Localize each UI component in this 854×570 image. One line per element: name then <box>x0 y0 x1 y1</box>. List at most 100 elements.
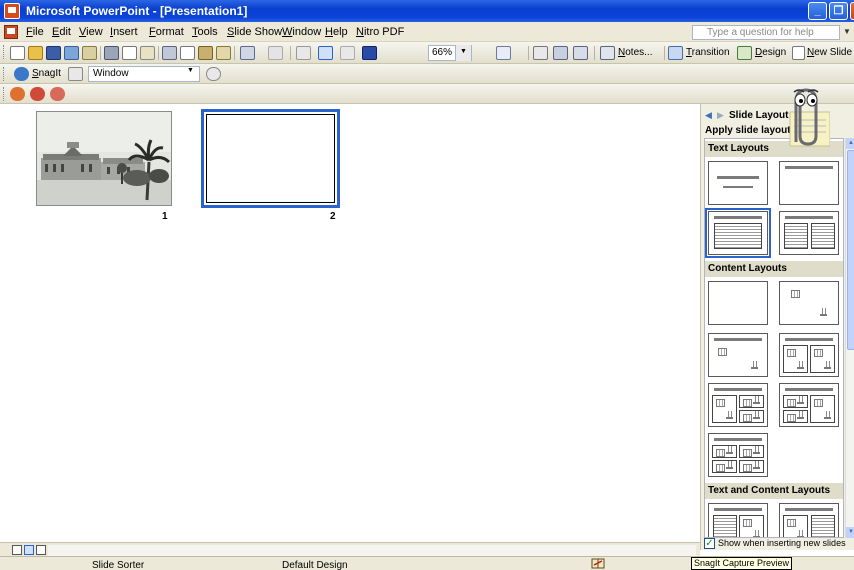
menu-insert[interactable]: Insert <box>110 26 138 38</box>
office-assistant-paperclip-icon[interactable] <box>778 82 830 150</box>
building-photo-image <box>37 112 171 205</box>
layout-blank[interactable] <box>708 281 768 325</box>
layout-title-text-and-content[interactable] <box>708 503 768 537</box>
menu-view[interactable]: View <box>79 26 103 38</box>
powerpoint-app-icon[interactable] <box>4 3 20 19</box>
rehearse-timings-icon[interactable] <box>573 46 588 60</box>
transition-button[interactable]: Transition <box>686 47 730 58</box>
snagit-capture-icon[interactable] <box>68 67 83 81</box>
layout-title-slide[interactable] <box>708 161 768 205</box>
help-icon[interactable] <box>496 46 511 60</box>
open-icon[interactable] <box>28 46 43 60</box>
window-title: Microsoft PowerPoint - [Presentation1] <box>26 4 248 18</box>
view-bar <box>0 542 700 556</box>
maximize-button[interactable]: ❐ <box>829 2 848 20</box>
toolbar-grip[interactable] <box>3 67 6 81</box>
menu-bar: File Edit View Insert Format Tools Slide… <box>0 22 854 42</box>
layout-title-content-and-two-content[interactable] <box>708 383 768 427</box>
redo-icon[interactable] <box>268 46 283 60</box>
title-bar: Microsoft PowerPoint - [Presentation1] _… <box>0 0 854 22</box>
scrollbar-thumb[interactable] <box>847 150 854 350</box>
back-arrow-icon[interactable]: ◀ <box>705 110 712 121</box>
status-design-name: Default Design <box>282 560 348 570</box>
close-button[interactable] <box>850 2 854 20</box>
design-button[interactable]: Design <box>755 47 786 58</box>
layout-gallery[interactable]: Text Layouts Content Layouts Text and Co… <box>704 138 844 538</box>
layout-title-and-text[interactable] <box>705 208 771 258</box>
email-icon[interactable] <box>82 46 97 60</box>
slide-sorter-area[interactable]: 1 2 <box>0 104 700 542</box>
nitro-pdf-icon[interactable] <box>10 87 25 101</box>
slide-show-view-icon[interactable] <box>36 545 46 555</box>
menu-format[interactable]: Format <box>149 26 184 38</box>
layout-title-and-two-content[interactable] <box>779 333 839 377</box>
menu-help[interactable]: Help <box>325 26 348 38</box>
layout-title-two-content-and-content[interactable] <box>779 383 839 427</box>
hide-slide-icon[interactable] <box>553 46 568 60</box>
transition-icon[interactable] <box>668 46 683 60</box>
format-painter-icon[interactable] <box>216 46 231 60</box>
notes-icon[interactable] <box>600 46 615 60</box>
scroll-up-icon[interactable]: ▲ <box>846 138 854 149</box>
undo-icon[interactable] <box>240 46 255 60</box>
help-search-input[interactable]: Type a question for help <box>692 25 840 40</box>
horizontal-scrollbar[interactable] <box>48 545 696 556</box>
layout-title-and-content[interactable] <box>708 333 768 377</box>
slide-thumbnail-2[interactable] <box>201 109 340 208</box>
show-when-inserting-label[interactable]: Show when inserting new slides <box>718 538 846 548</box>
layout-title-only[interactable] <box>779 161 839 205</box>
show-formatting-icon[interactable] <box>318 46 333 60</box>
menu-file[interactable]: File <box>26 26 44 38</box>
design-icon[interactable] <box>737 46 752 60</box>
color-grayscale-icon[interactable] <box>362 46 377 60</box>
slide-thumbnail-1[interactable] <box>36 111 172 206</box>
help-dropdown-icon[interactable]: ▼ <box>843 27 851 36</box>
layout-two-column-text[interactable] <box>779 211 839 255</box>
snagit-icon[interactable] <box>14 67 29 81</box>
layout-title-content-and-text[interactable] <box>779 503 839 537</box>
show-grid-icon[interactable] <box>340 46 355 60</box>
toolbar-grip[interactable] <box>3 87 6 101</box>
nitro-email-icon[interactable] <box>50 87 65 101</box>
task-pane-scrollbar[interactable]: ▲ ▼ <box>845 138 854 538</box>
forward-arrow-icon[interactable]: ▶ <box>717 110 724 121</box>
show-when-inserting-checkbox[interactable]: ✓ <box>704 538 715 549</box>
snagit-button[interactable]: SnagIt <box>32 68 61 79</box>
slide-sorter-view-icon[interactable] <box>24 545 34 555</box>
permission-icon[interactable] <box>64 46 79 60</box>
menu-window[interactable]: Window <box>282 26 321 38</box>
zoom-dropdown-icon[interactable]: ▼ <box>455 45 471 61</box>
nitro-convert-icon[interactable] <box>30 87 45 101</box>
toolbar-grip[interactable] <box>3 45 6 59</box>
nitro-toolbar <box>0 84 854 104</box>
menu-nitro-pdf[interactable]: Nitro PDF <box>356 26 404 38</box>
new-slide-button[interactable]: New Slide <box>807 47 852 58</box>
menu-tools[interactable]: Tools <box>192 26 218 38</box>
minimize-button[interactable]: _ <box>808 2 827 20</box>
layout-content[interactable] <box>779 281 839 325</box>
snagit-options-icon[interactable] <box>206 67 221 81</box>
scroll-down-icon[interactable]: ▼ <box>846 527 854 538</box>
save-icon[interactable] <box>46 46 61 60</box>
menu-slide-show[interactable]: Slide Show <box>227 26 282 38</box>
capture-mode-select[interactable]: Window <box>88 66 200 82</box>
notes-button[interactable]: Notes... <box>618 47 652 58</box>
slide-number-1: 1 <box>162 211 168 222</box>
paste-icon[interactable] <box>198 46 213 60</box>
capture-mode-dropdown-icon[interactable]: ▼ <box>187 67 194 74</box>
document-icon[interactable] <box>4 25 18 39</box>
print-icon[interactable] <box>104 46 119 60</box>
spelling-icon[interactable] <box>140 46 155 60</box>
new-slide-icon[interactable] <box>792 46 805 60</box>
new-icon[interactable] <box>10 46 25 60</box>
spelling-status-icon[interactable] <box>591 558 605 569</box>
slide-icon[interactable] <box>533 46 548 60</box>
menu-edit[interactable]: Edit <box>52 26 71 38</box>
print-preview-icon[interactable] <box>122 46 137 60</box>
cut-icon[interactable] <box>162 46 177 60</box>
copy-icon[interactable] <box>180 46 195 60</box>
slide-layout-task-pane: ◀ ▶ Slide Layout Apply slide layout: Tex… <box>700 104 854 550</box>
layout-title-and-four-content[interactable] <box>708 433 768 477</box>
normal-view-icon[interactable] <box>12 545 22 555</box>
expand-all-icon[interactable] <box>296 46 311 60</box>
